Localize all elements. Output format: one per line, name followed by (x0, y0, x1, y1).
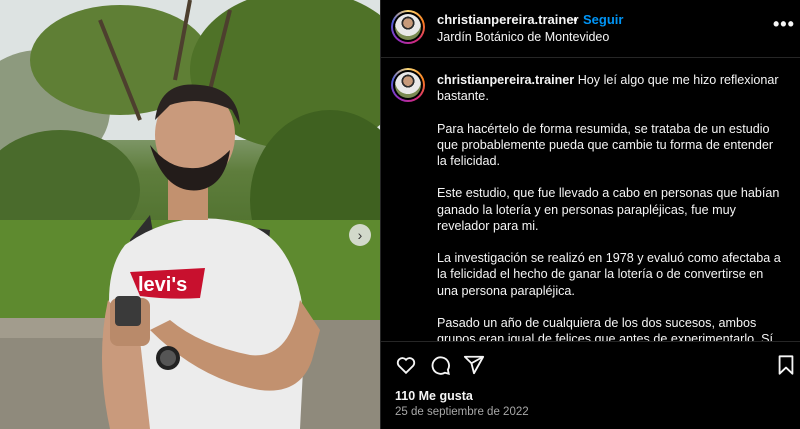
location-link[interactable]: Jardín Botánico de Montevideo (437, 30, 609, 44)
caption-paragraph: Este estudio, que fue llevado a cabo en … (437, 186, 780, 233)
caption-paragraph: Para hacértelo de forma resumida, se tra… (437, 121, 774, 168)
chevron-right-icon: › (357, 227, 363, 243)
username-link[interactable]: christianpereira.trainer (437, 12, 579, 27)
photo-illustration: levi's (0, 0, 380, 429)
post-header: christianpereira.trainer • Seguir Jardín… (381, 0, 800, 58)
caption-paragraph: Pasado un año de cualquiera de los dos s… (437, 315, 777, 341)
send-icon[interactable] (463, 354, 485, 376)
post-photo[interactable]: levi's › (0, 0, 380, 429)
post-date[interactable]: 25 de septiembre de 2022 (395, 406, 529, 418)
post-side-panel: christianpereira.trainer • Seguir Jardín… (380, 0, 800, 429)
separator-dot: • (573, 12, 578, 27)
follow-button[interactable]: Seguir (583, 12, 623, 27)
caption-username-link[interactable]: christianpereira.trainer (437, 73, 574, 87)
shirt-logo-text: levi's (138, 274, 187, 296)
avatar[interactable] (391, 10, 425, 44)
likes-count[interactable]: 110 Me gusta (395, 389, 473, 403)
more-options-icon[interactable]: ••• (773, 14, 795, 35)
next-photo-button[interactable]: › (349, 224, 371, 246)
caption-avatar[interactable] (391, 68, 425, 102)
heart-icon[interactable] (395, 354, 417, 376)
comments-section[interactable]: christianpereira.trainer Hoy leí algo qu… (381, 58, 800, 341)
bookmark-icon[interactable] (775, 354, 797, 376)
caption-paragraph: christianpereira.trainer Hoy leí algo qu… (437, 73, 779, 104)
actions-bar: 110 Me gusta 25 de septiembre de 2022 (381, 341, 800, 429)
post-caption: christianpereira.trainer Hoy leí algo qu… (437, 72, 781, 341)
comment-icon[interactable] (429, 354, 451, 376)
caption-paragraph: La investigación se realizó en 1978 y ev… (437, 251, 781, 298)
